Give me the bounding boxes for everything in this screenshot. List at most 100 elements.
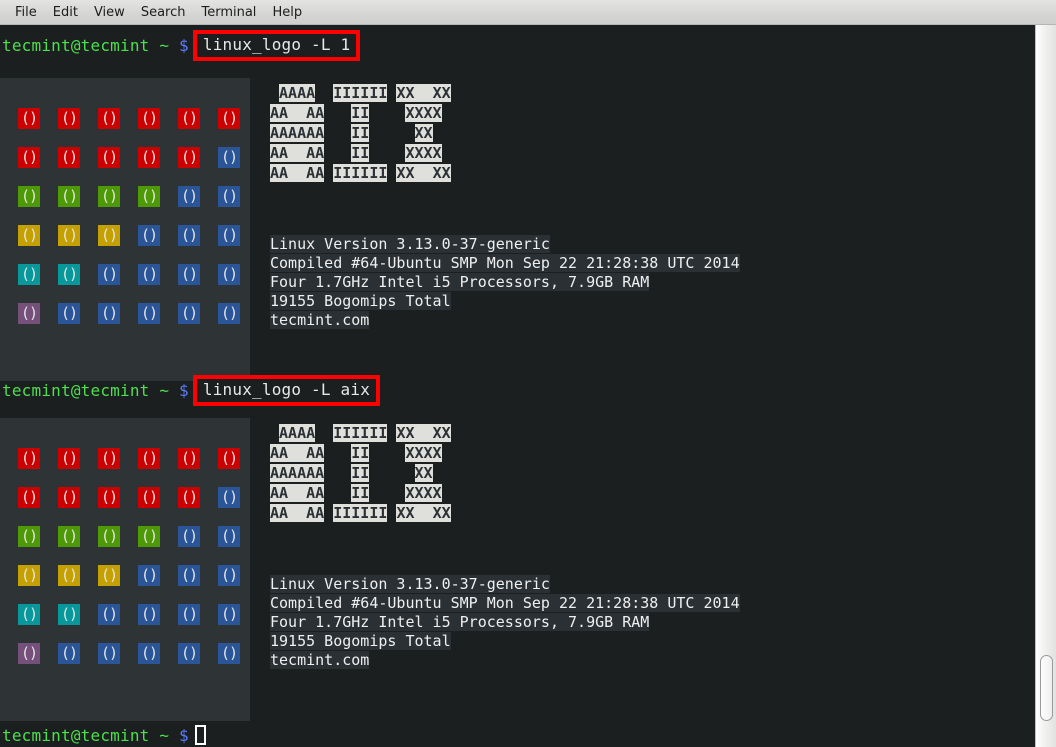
color-cell: () — [98, 487, 120, 508]
ascii-art-block — [414, 504, 433, 522]
color-cell: () — [58, 487, 80, 508]
color-cell: () — [58, 186, 80, 207]
ascii-art-gap — [369, 484, 405, 502]
color-cell: () — [218, 264, 240, 285]
ascii-art-gap — [451, 84, 460, 102]
color-cell: () — [98, 264, 120, 285]
color-cell: () — [218, 487, 240, 508]
ascii-art-block: AA — [306, 104, 325, 122]
ascii-art-gap — [369, 104, 405, 122]
menu-bar: File Edit View Search Terminal Help — [0, 0, 1056, 25]
ascii-art-block: XXXX — [405, 484, 442, 502]
ascii-art-gap — [442, 144, 460, 162]
color-cell: () — [58, 526, 80, 547]
color-panel-2: () () () () () () () () () () () () () () () () () () () ()… — [0, 418, 250, 721]
system-info-line: Four 1.7GHz Intel i5 Processors, 7.9GB R… — [270, 273, 650, 291]
ascii-art-gap — [324, 164, 333, 182]
command-input-2[interactable]: linux_logo -L aix — [192, 374, 381, 406]
ascii-art-block — [288, 444, 307, 462]
text-cursor[interactable] — [194, 725, 206, 745]
ascii-art-block: IIIIII — [333, 164, 388, 182]
ascii-art-block — [288, 104, 307, 122]
command-input-1[interactable]: linux_logo -L 1 — [192, 29, 361, 61]
color-cell: () — [178, 303, 200, 324]
ascii-art-block: XX — [396, 504, 415, 522]
color-cell: () — [58, 643, 80, 664]
scrollbar-thumb[interactable] — [1040, 655, 1053, 721]
prompt-text-2: tecmint@tecmint ~ $ — [2, 380, 189, 400]
color-cell: () — [218, 526, 240, 547]
ascii-art-block: AA — [306, 144, 325, 162]
ascii-art-line: AAAA IIIIII XX XX — [270, 83, 460, 103]
ascii-art-line: AA AA II XXXX — [270, 103, 460, 123]
color-cell: () — [58, 147, 80, 168]
color-cell: () — [58, 225, 80, 246]
ascii-art-gap — [324, 124, 351, 142]
ascii-art-block: AAAAAA — [270, 124, 325, 142]
system-info-2: Linux Version 3.13.0-37-generic Compiled … — [270, 575, 740, 670]
color-cell: () — [218, 303, 240, 324]
menu-item-file[interactable]: File — [7, 3, 45, 22]
color-cell: () — [178, 225, 200, 246]
prompt-text-1: tecmint@tecmint ~ $ — [2, 35, 189, 55]
color-cell: () — [98, 108, 120, 129]
system-info-1: Linux Version 3.13.0-37-generic Compiled … — [270, 235, 740, 330]
color-cell: () — [58, 303, 80, 324]
menu-item-edit[interactable]: Edit — [45, 3, 86, 22]
ascii-art-block: AA — [306, 164, 325, 182]
color-cell: () — [178, 526, 200, 547]
ascii-art-block: XX — [414, 124, 433, 142]
color-cell: () — [138, 264, 160, 285]
ascii-art-block — [288, 504, 307, 522]
ascii-art-block: AA — [270, 144, 289, 162]
menu-item-help[interactable]: Help — [264, 3, 310, 22]
color-cell: () — [18, 225, 40, 246]
menu-item-view[interactable]: View — [86, 3, 133, 22]
color-cell: () — [218, 186, 240, 207]
color-cell: () — [98, 604, 120, 625]
prompt-line-1: tecmint@tecmint ~ $ linux_logo -L 1 — [2, 29, 361, 61]
color-cell: () — [218, 108, 240, 129]
ascii-art-gap — [324, 104, 351, 122]
terminal-content-area[interactable]: tecmint@tecmint ~ $ linux_logo -L 1 () ()… — [0, 25, 1035, 747]
ascii-art-gap — [369, 124, 414, 142]
ascii-art-block: II — [351, 124, 370, 142]
ascii-art-gap — [433, 124, 460, 142]
color-cell: () — [178, 565, 200, 586]
ascii-art-gap — [442, 484, 460, 502]
system-info-line: tecmint.com — [270, 311, 370, 329]
ascii-art-1: AAAA IIIIII XX XX AA AA II XXXX AAAAAA I… — [270, 83, 460, 183]
ascii-art-line: AA AA IIIIII XX XX — [270, 503, 460, 523]
ascii-art-block: XX — [432, 424, 451, 442]
color-cell: () — [138, 565, 160, 586]
color-cell: () — [18, 526, 40, 547]
ascii-art-gap — [324, 464, 351, 482]
color-cell: () — [178, 448, 200, 469]
ascii-art-block: AA — [270, 444, 289, 462]
ascii-art-line: AA AA II XXXX — [270, 143, 460, 163]
ascii-art-block: XX — [432, 164, 451, 182]
color-cell: () — [98, 186, 120, 207]
ascii-art-gap — [324, 484, 351, 502]
color-cell: () — [18, 186, 40, 207]
menu-item-search[interactable]: Search — [133, 3, 194, 22]
color-cell: () — [98, 303, 120, 324]
ascii-art-line: AAAAAA II XX — [270, 123, 460, 143]
ascii-art-gap — [324, 144, 351, 162]
system-info-line: Compiled #64-Ubuntu SMP Mon Sep 22 21:28… — [270, 254, 740, 272]
prompt-line-3: tecmint@tecmint ~ $ — [2, 723, 206, 747]
color-cell: () — [178, 487, 200, 508]
ascii-art-block: AA — [270, 484, 289, 502]
menu-item-terminal[interactable]: Terminal — [193, 3, 264, 22]
system-info-line: 19155 Bogomips Total — [270, 292, 451, 310]
ascii-art-block: II — [351, 144, 370, 162]
color-cell: () — [178, 186, 200, 207]
ascii-art-block: XX — [396, 424, 415, 442]
ascii-art-block: AA — [270, 104, 289, 122]
system-info-line: Compiled #64-Ubuntu SMP Mon Sep 22 21:28… — [270, 594, 740, 612]
color-cell: () — [18, 643, 40, 664]
color-cell: () — [178, 147, 200, 168]
color-cell: () — [18, 108, 40, 129]
color-cell: () — [138, 604, 160, 625]
vertical-scrollbar[interactable] — [1035, 25, 1056, 747]
